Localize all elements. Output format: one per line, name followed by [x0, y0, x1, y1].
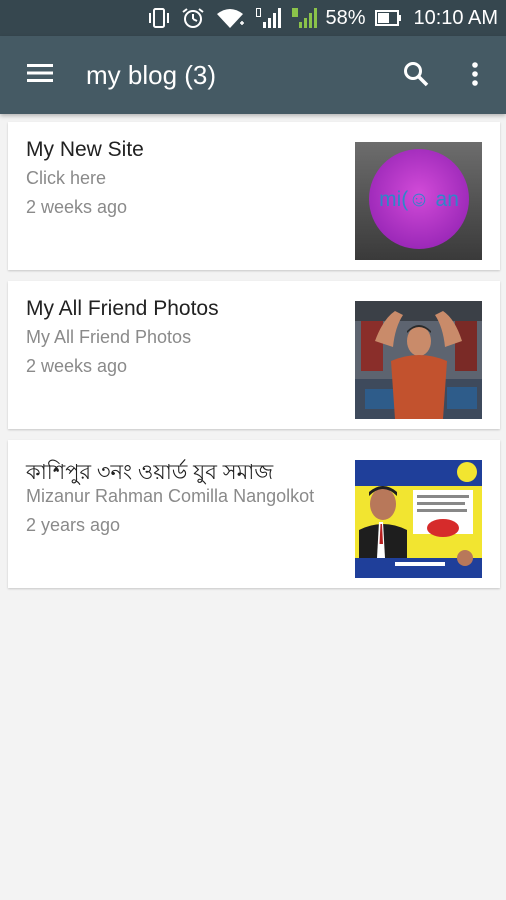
post-card[interactable]: My New Site Click here 2 weeks ago mi(☺ — [8, 122, 500, 270]
thumbnail-logo-text: mi(☺ an — [379, 188, 459, 211]
battery-percent: 58% — [325, 6, 366, 29]
post-thumbnail — [355, 460, 482, 578]
vibrate-icon — [147, 6, 171, 30]
post-timestamp: 2 years ago — [26, 515, 121, 535]
battery-icon — [375, 6, 403, 30]
post-subtitle: Click here — [26, 168, 107, 188]
post-subtitle: My All Friend Photos — [26, 327, 192, 347]
search-button[interactable] — [398, 58, 434, 94]
post-thumbnail — [355, 301, 482, 419]
wifi-icon — [215, 6, 245, 30]
post-title: My New Site — [26, 138, 144, 161]
menu-button[interactable] — [22, 61, 58, 89]
overflow-menu-button[interactable] — [462, 58, 488, 94]
status-bar: 58% 10:10 AM — [0, 0, 506, 36]
status-time: 10:10 AM — [413, 6, 498, 29]
page-title: my blog (3) — [86, 60, 217, 90]
post-list: My New Site Click here 2 weeks ago mi(☺ — [8, 122, 500, 599]
signal-2-icon — [291, 6, 318, 30]
post-timestamp: 2 weeks ago — [26, 197, 128, 217]
overflow-menu-icon — [471, 61, 479, 92]
post-subtitle: Mizanur Rahman Comilla Nangolkot — [26, 486, 315, 506]
post-title: My All Friend Photos — [26, 297, 219, 320]
post-card[interactable]: কাশিপুর ৩নং ওয়ার্ড যুব সমাজ Mizanur Rah… — [8, 440, 500, 588]
alarm-icon — [181, 6, 205, 30]
post-timestamp: 2 weeks ago — [26, 356, 128, 376]
menu-icon — [26, 62, 54, 89]
signal-icon — [255, 6, 282, 30]
post-thumbnail: mi(☺ an — [355, 142, 482, 260]
search-icon — [402, 60, 430, 93]
post-card[interactable]: My All Friend Photos My All Friend Photo… — [8, 281, 500, 429]
app-toolbar: my blog (3) — [0, 36, 506, 114]
